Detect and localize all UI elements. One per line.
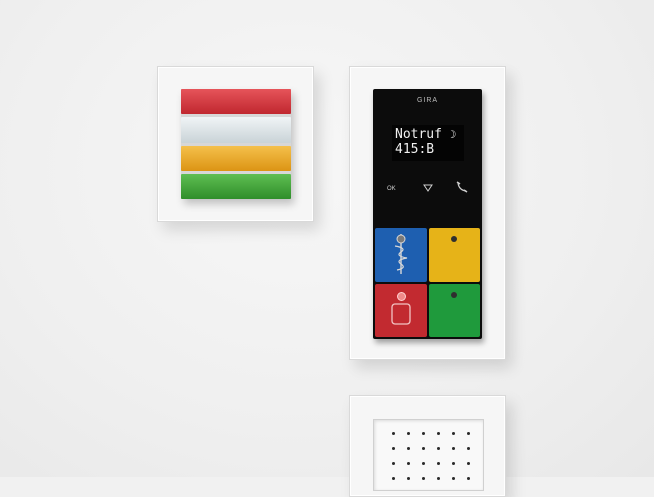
speaker-hole — [422, 447, 425, 450]
signal-light-green — [181, 173, 291, 199]
display-line-1: Notruf — [395, 127, 450, 142]
signal-light — [181, 89, 291, 199]
speaker-hole — [452, 432, 455, 435]
speaker-hole — [422, 462, 425, 465]
nurse-call-button[interactable] — [375, 228, 427, 282]
speaker-hole — [422, 432, 425, 435]
presence-button[interactable] — [428, 283, 480, 337]
down-arrow-button[interactable] — [423, 184, 433, 194]
speaker-hole — [437, 477, 440, 480]
status-led — [451, 291, 458, 298]
speaker-hole — [437, 462, 440, 465]
speaker-grille — [373, 419, 484, 491]
phone-icon — [456, 181, 468, 193]
speaker-hole — [407, 462, 410, 465]
speaker-hole — [452, 462, 455, 465]
speaker-hole — [467, 462, 470, 465]
call-panel: GIRA Notruf ☽ 415:B OK — [373, 89, 482, 339]
speaker-hole — [407, 432, 410, 435]
signal-light-white — [181, 117, 291, 143]
speaker-hole — [467, 432, 470, 435]
speaker-hole — [407, 477, 410, 480]
speaker-hole — [392, 462, 395, 465]
display-line-2: 415:B — [395, 142, 435, 157]
ok-button[interactable]: OK — [387, 186, 396, 192]
person-icon — [391, 302, 411, 325]
panel-display: Notruf ☽ 415:B — [392, 125, 464, 161]
photo-scene: GIRA Notruf ☽ 415:B OK — [0, 0, 654, 497]
speaker-hole — [467, 477, 470, 480]
speaker-hole — [422, 477, 425, 480]
speaker-hole — [392, 432, 395, 435]
emergency-call-button[interactable] — [375, 283, 427, 337]
signal-light-red — [181, 89, 291, 115]
brand-logo: GIRA — [416, 97, 439, 104]
key-grid — [373, 228, 482, 339]
yellow-call-button[interactable] — [428, 228, 480, 282]
signal-light-amber — [181, 145, 291, 171]
speaker-hole — [392, 477, 395, 480]
speaker-hole — [437, 447, 440, 450]
speaker-hole — [407, 447, 410, 450]
speaker-hole — [392, 447, 395, 450]
status-led — [451, 236, 458, 242]
speaker-hole — [437, 432, 440, 435]
moon-icon: ☽ — [449, 128, 457, 141]
speaker-hole — [452, 447, 455, 450]
speaker-hole — [452, 477, 455, 480]
phone-button[interactable] — [456, 181, 468, 195]
caduceus-icon — [394, 234, 408, 274]
chevron-down-icon — [423, 184, 433, 192]
speaker-hole — [467, 447, 470, 450]
